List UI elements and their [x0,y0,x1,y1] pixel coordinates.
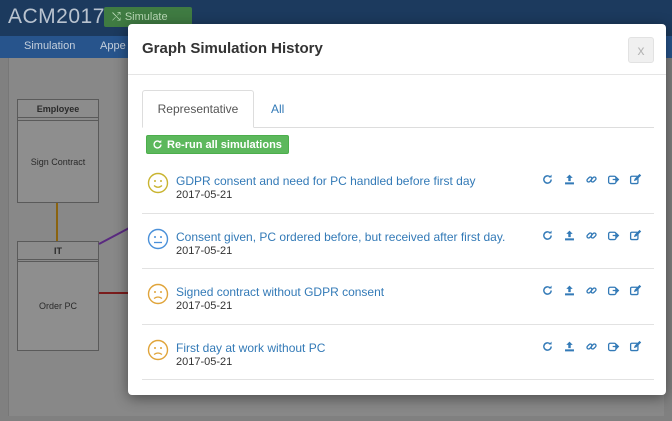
sad-face-icon [147,283,169,305]
simulation-title-link[interactable]: GDPR consent and need for PC handled bef… [176,174,476,188]
share-icon[interactable] [606,283,621,298]
link-icon[interactable] [584,283,599,298]
simulation-list: GDPR consent and need for PC handled bef… [142,158,654,380]
arrow-connector [99,292,129,294]
edit-icon[interactable] [628,172,643,187]
row-actions [540,172,643,187]
row-actions [540,339,643,354]
share-icon[interactable] [606,172,621,187]
dialog-title: Graph Simulation History [142,40,323,57]
rerun-icon[interactable] [540,172,555,187]
upload-icon[interactable] [562,172,577,187]
simulation-row: Signed contract without GDPR consent 2017… [142,269,654,325]
rerun-all-label: Re-run all simulations [167,138,282,151]
menu-item-simulation[interactable]: Simulation [24,40,75,52]
arrow-connector [98,227,130,245]
sad-face-icon [147,339,169,361]
simulation-row: GDPR consent and need for PC handled bef… [142,158,654,214]
rerun-icon[interactable] [540,339,555,354]
simulation-history-dialog: Graph Simulation History x Representativ… [128,24,666,395]
neutral-face-icon [147,228,169,250]
simulation-title-link[interactable]: Signed contract without GDPR consent [176,285,384,299]
simulation-title-link[interactable]: First day at work without PC [176,341,325,355]
rerun-icon[interactable] [540,228,555,243]
rerun-icon[interactable] [540,283,555,298]
arrow-connector [56,203,58,241]
task-sign-contract[interactable]: Sign Contract [17,120,99,203]
simulation-date: 2017-05-21 [176,300,233,312]
menu-item-appearance[interactable]: Appe [100,40,126,52]
tab-all[interactable]: All [271,90,284,128]
task-order-pc[interactable]: Order PC [17,261,99,351]
close-button[interactable]: x [628,37,654,63]
share-icon[interactable] [606,339,621,354]
simulation-date: 2017-05-21 [176,244,233,257]
simulation-title-link[interactable]: Consent given, PC ordered before, but re… [176,230,505,244]
upload-icon[interactable] [562,283,577,298]
simulate-label: Simulate [124,11,168,23]
edit-icon[interactable] [628,283,643,298]
link-icon[interactable] [584,339,599,354]
simulation-date: 2017-05-21 [176,189,233,201]
row-actions [540,228,643,243]
happy-face-icon [147,172,169,194]
edit-icon[interactable] [628,228,643,243]
tab-bar: Representative All [142,90,654,128]
share-icon[interactable] [606,228,621,243]
tab-representative[interactable]: Representative [142,90,254,128]
dialog-header: Graph Simulation History x [128,24,666,75]
row-actions [540,283,643,298]
lane-label: IT [18,242,98,260]
simulation-date: 2017-05-21 [176,355,233,368]
edit-icon[interactable] [628,339,643,354]
refresh-icon [153,140,162,149]
lane-label: Employee [18,100,98,118]
upload-icon[interactable] [562,339,577,354]
link-icon[interactable] [584,228,599,243]
rerun-all-button[interactable]: Re-run all simulations [146,135,289,154]
upload-icon[interactable] [562,228,577,243]
simulation-row: Consent given, PC ordered before, but re… [142,214,654,269]
link-icon[interactable] [584,172,599,187]
app-title: ACM2017 [8,5,105,28]
simulation-row: First day at work without PC 2017-05-21 [142,325,654,380]
shuffle-icon: ⤭ [112,10,121,23]
